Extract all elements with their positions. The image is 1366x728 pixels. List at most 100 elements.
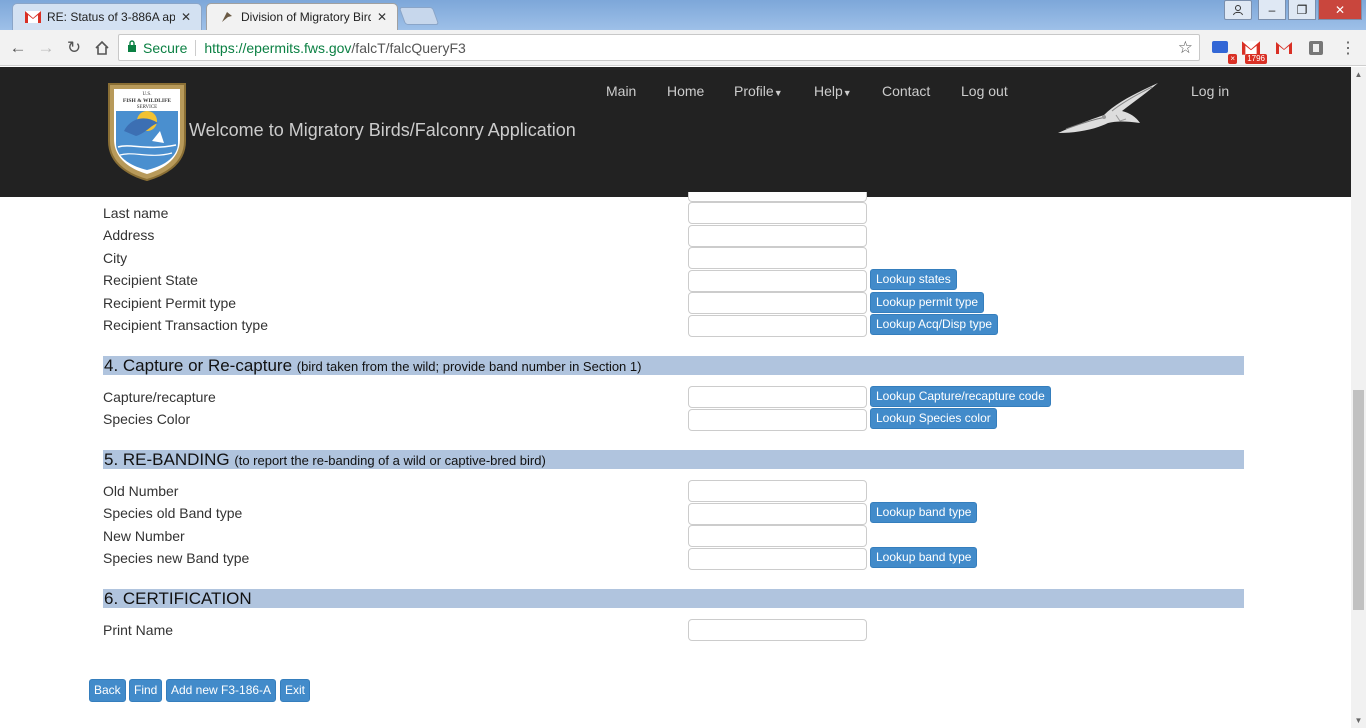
find-button[interactable]: Find (129, 679, 163, 702)
capture-recapture-input[interactable] (688, 386, 867, 408)
species-color-input[interactable] (688, 409, 867, 431)
lookup-permit-type-button[interactable]: Lookup permit type (870, 292, 985, 313)
page-viewport: U.S. FISH & WILDLIFE SERVICE Welcome to … (0, 67, 1351, 728)
lookup-acq-disp-type-button[interactable]: Lookup Acq/Disp type (870, 314, 999, 335)
notes-extension-icon[interactable] (1306, 38, 1326, 58)
window-controls: – ❐ ✕ (1224, 0, 1362, 20)
field-label: Recipient Transaction type (103, 317, 268, 333)
address-bar[interactable]: Secure https://epermits.fws.gov /falcT/f… (118, 34, 1200, 61)
species-new-band-type-input[interactable] (688, 548, 867, 570)
extension-icon[interactable]: × (1211, 38, 1237, 64)
section-header-rebanding: 5. RE-BANDING (to report the re-banding … (103, 450, 1244, 469)
scrollbar-thumb[interactable] (1353, 390, 1364, 610)
field-label: Last name (103, 205, 169, 221)
lookup-new-band-type-button[interactable]: Lookup band type (870, 547, 978, 568)
lock-icon (127, 40, 137, 55)
field-label: Recipient Permit type (103, 295, 237, 311)
secure-indicator[interactable]: Secure (119, 40, 187, 56)
field-label: City (103, 250, 128, 266)
exit-button[interactable]: Exit (280, 679, 311, 702)
close-icon[interactable]: ✕ (181, 10, 191, 24)
bird-icon (219, 9, 235, 25)
back-arrow-icon[interactable]: ← (6, 36, 30, 60)
field-label: Species new Band type (103, 550, 250, 566)
field-label: Print Name (103, 622, 174, 638)
minimize-icon[interactable]: – (1258, 0, 1286, 20)
print-name-input[interactable] (688, 619, 867, 641)
svg-text:SERVICE: SERVICE (137, 105, 157, 110)
caret-down-icon: ▼ (773, 88, 783, 98)
recipient-permit-type-input[interactable] (688, 292, 867, 314)
city-input[interactable] (688, 247, 867, 269)
tab-title: RE: Status of 3-886A app (47, 10, 175, 24)
fws-seal-logo: U.S. FISH & WILDLIFE SERVICE (108, 83, 186, 181)
new-number-input[interactable] (688, 525, 867, 547)
section-title: 6. CERTIFICATION (104, 589, 252, 608)
secure-label: Secure (143, 39, 188, 56)
gmail-count-badge: 1796 (1245, 54, 1267, 64)
section-subtitle: (bird taken from the wild; provide band … (296, 359, 642, 374)
extension-badge: × (1228, 54, 1237, 64)
restore-icon[interactable]: ❐ (1288, 0, 1316, 20)
nav-login[interactable]: Log in (1191, 83, 1229, 99)
new-tab-button[interactable] (398, 7, 440, 25)
recipient-state-input[interactable] (688, 270, 867, 292)
window-close-icon[interactable]: ✕ (1318, 0, 1362, 20)
scroll-up-icon[interactable]: ▲ (1351, 67, 1366, 82)
species-old-band-type-input[interactable] (688, 503, 867, 525)
address-input[interactable] (688, 225, 867, 247)
bookmark-star-icon[interactable]: ☆ (1178, 38, 1193, 58)
section-header-capture: 4. Capture or Re-capture (bird taken fro… (103, 356, 1244, 375)
close-icon[interactable]: ✕ (377, 10, 387, 24)
field-label: Recipient State (103, 272, 198, 288)
caret-down-icon: ▼ (842, 88, 852, 98)
section-title: 4. Capture or Re-capture (104, 356, 293, 375)
lookup-species-color-button[interactable]: Lookup Species color (870, 408, 997, 429)
home-icon[interactable] (90, 36, 114, 60)
welcome-title: Welcome to Migratory Birds/Falconry Appl… (189, 120, 576, 140)
nav-help-dropdown[interactable]: Help▼ (814, 83, 852, 99)
browser-tab-migratory-birds[interactable]: Division of Migratory Bird ✕ (206, 3, 398, 30)
gmail-extension-icon[interactable] (1274, 38, 1294, 58)
url-host: https://epermits.fws.gov (204, 39, 352, 56)
section-header-certification: 6. CERTIFICATION (103, 589, 1244, 608)
nav-profile-label: Profile (734, 83, 774, 99)
section-title: 5. RE-BANDING (104, 450, 230, 469)
tab-title: Division of Migratory Bird (241, 10, 371, 24)
nav-profile-dropdown[interactable]: Profile▼ (734, 83, 783, 99)
field-label: Species old Band type (103, 505, 243, 521)
divider (195, 39, 197, 56)
old-number-input[interactable] (688, 480, 867, 502)
field-label: Address (103, 227, 155, 243)
chrome-menu-icon[interactable]: ⋮ (1338, 38, 1358, 58)
gmail-icon (25, 9, 41, 25)
partial-input-field[interactable] (688, 192, 867, 202)
browser-tab-gmail[interactable]: RE: Status of 3-886A app ✕ (12, 3, 202, 30)
nav-logout[interactable]: Log out (961, 83, 1008, 99)
section-subtitle: (to report the re-banding of a wild or c… (234, 453, 546, 468)
field-label: Capture/recapture (103, 389, 216, 405)
svg-text:U.S.: U.S. (143, 92, 152, 97)
nav-main[interactable]: Main (606, 83, 636, 99)
svg-text:FISH & WILDLIFE: FISH & WILDLIFE (123, 98, 172, 104)
field-label: Species Color (103, 411, 191, 427)
browser-toolbar: ← → ↻ Secure https://epermits.fws.gov /f… (0, 30, 1366, 66)
lookup-states-button[interactable]: Lookup states (870, 269, 957, 290)
page-scrollbar[interactable]: ▲ ▼ (1351, 67, 1366, 728)
back-button[interactable]: Back (89, 679, 126, 702)
scroll-down-icon[interactable]: ▼ (1351, 713, 1366, 728)
url-path: /falcT/falcQueryF3 (351, 39, 466, 56)
forward-arrow-icon[interactable]: → (34, 36, 58, 60)
gmail-checker-icon[interactable]: 1796 (1241, 38, 1267, 64)
nav-home[interactable]: Home (667, 83, 704, 99)
browser-titlebar: RE: Status of 3-886A app ✕ Division of M… (0, 0, 1366, 30)
lookup-old-band-type-button[interactable]: Lookup band type (870, 502, 978, 523)
lookup-capture-recapture-button[interactable]: Lookup Capture/recapture code (870, 386, 1051, 407)
nav-contact[interactable]: Contact (882, 83, 930, 99)
user-icon[interactable] (1224, 0, 1252, 20)
reload-icon[interactable]: ↻ (62, 36, 86, 60)
site-header: U.S. FISH & WILDLIFE SERVICE Welcome to … (0, 67, 1351, 197)
last-name-input[interactable] (688, 202, 867, 224)
recipient-transaction-type-input[interactable] (688, 315, 867, 337)
add-new-f3-186-a-button[interactable]: Add new F3-186-A (166, 679, 277, 702)
